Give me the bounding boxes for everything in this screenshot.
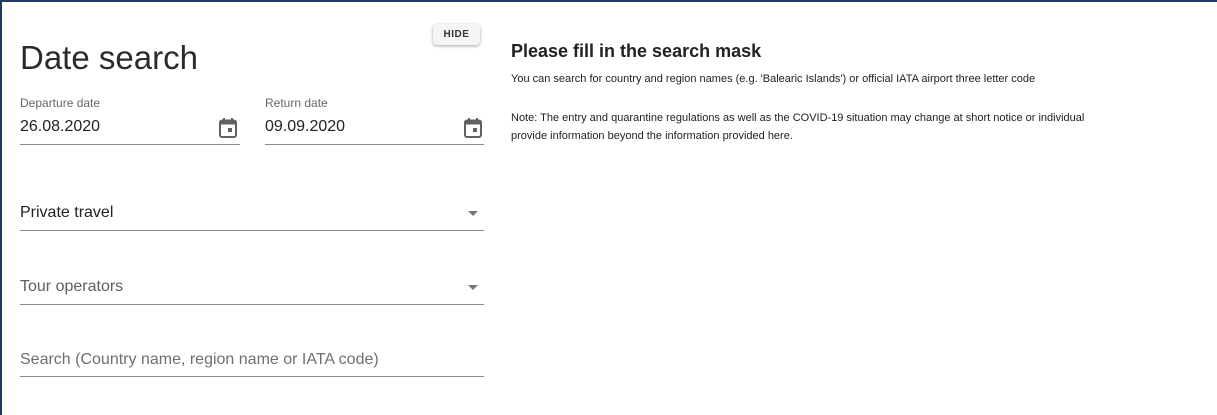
- search-hint-text: You can search for country and region na…: [511, 73, 1036, 85]
- tour-operators-select[interactable]: Tour operators: [20, 274, 484, 305]
- return-date-value: 09.09.2020: [265, 118, 346, 135]
- chevron-down-icon: [468, 285, 478, 290]
- calendar-icon[interactable]: [464, 118, 482, 138]
- travel-type-select[interactable]: Private travel: [20, 200, 484, 231]
- search-input[interactable]: [20, 346, 484, 374]
- note-text-line-1: Note: The entry and quarantine regulatio…: [511, 112, 1085, 124]
- travel-type-value: Private travel: [20, 204, 114, 221]
- page-title: Date search: [20, 39, 198, 76]
- tour-operators-value: Tour operators: [20, 278, 124, 295]
- note-text-line-2: provide information beyond the informati…: [511, 130, 793, 142]
- departure-date-field[interactable]: Departure date 26.08.2020: [20, 96, 240, 145]
- destination-search-field: [20, 346, 484, 377]
- hide-button[interactable]: HIDE: [433, 24, 480, 45]
- return-date-label: Return date: [265, 96, 328, 110]
- chevron-down-icon: [468, 211, 478, 216]
- calendar-icon[interactable]: [219, 118, 237, 138]
- departure-date-value: 26.08.2020: [20, 118, 101, 135]
- return-date-field[interactable]: Return date 09.09.2020: [265, 96, 484, 145]
- departure-date-label: Departure date: [20, 96, 101, 110]
- info-heading: Please fill in the search mask: [511, 41, 762, 61]
